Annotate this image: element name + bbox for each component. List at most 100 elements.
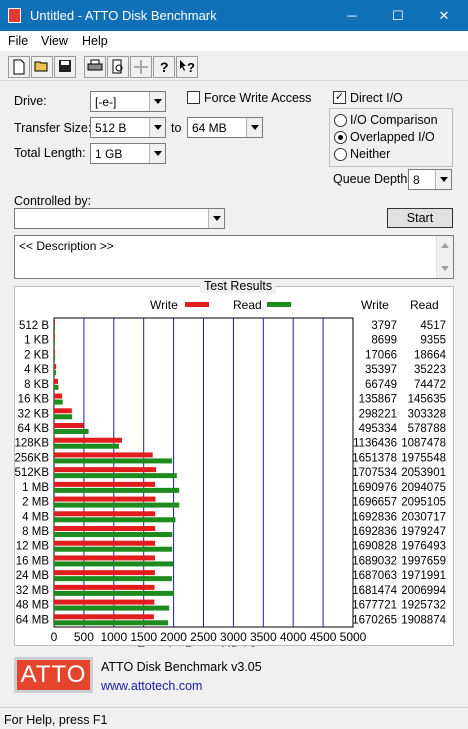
read-bar	[54, 443, 120, 449]
to-label: to	[171, 121, 182, 135]
test-results-title: Test Results	[200, 279, 277, 293]
neither-radio[interactable]	[334, 148, 347, 161]
title-bar: Untitled - ATTO Disk Benchmark ─ ☐ ✕	[0, 0, 468, 31]
transfer-size-to-select[interactable]: 64 MB	[187, 117, 263, 138]
read-bar	[54, 605, 170, 611]
start-button[interactable]: Start	[387, 208, 453, 228]
chevron-down-icon[interactable]	[149, 118, 165, 137]
row-size-label: 16 MB	[16, 555, 50, 567]
write-bar	[54, 408, 72, 414]
controlled-by-label: Controlled by:	[14, 194, 92, 208]
read-bar	[54, 517, 176, 523]
x-tick-label: 4500	[310, 630, 337, 644]
overlapped-io-radio[interactable]	[334, 131, 347, 144]
context-help-icon[interactable]: ?	[176, 56, 198, 78]
row-size-label: 8 MB	[22, 526, 49, 538]
chevron-down-icon[interactable]	[435, 170, 451, 189]
write-value: 3797	[371, 320, 397, 332]
write-column-header: Write	[361, 298, 389, 312]
write-value: 1692836	[352, 511, 397, 523]
write-value: 495334	[359, 423, 398, 435]
x-tick-label: 5000	[340, 630, 367, 644]
print-icon[interactable]	[84, 56, 106, 78]
read-bar	[54, 458, 173, 464]
write-value: 17066	[365, 349, 397, 361]
queue-depth-value: 8	[413, 173, 420, 187]
save-icon[interactable]	[54, 56, 76, 78]
chevron-down-icon[interactable]	[208, 209, 224, 228]
write-bar	[54, 320, 55, 325]
write-bar	[54, 570, 155, 576]
write-bar	[54, 555, 156, 561]
legend-read-swatch	[267, 302, 291, 307]
read-bar	[54, 487, 180, 493]
x-tick-label: 500	[74, 630, 94, 644]
x-tick-label: 3500	[250, 630, 277, 644]
description-text: << Description >>	[19, 239, 114, 253]
write-value: 298221	[359, 408, 397, 420]
controlled-by-select[interactable]	[14, 208, 225, 229]
row-size-label: 32 KB	[18, 408, 50, 420]
row-size-label: 512 B	[19, 320, 49, 332]
app-version: ATTO Disk Benchmark v3.05	[101, 660, 262, 674]
help-icon[interactable]: ?	[153, 56, 175, 78]
menu-help[interactable]: Help	[82, 34, 108, 48]
move-icon[interactable]	[130, 56, 152, 78]
total-length-value: 1 GB	[95, 147, 123, 161]
chevron-down-icon[interactable]	[149, 92, 165, 111]
toolbar: ? ?	[0, 52, 468, 81]
read-value: 2006994	[401, 585, 446, 597]
maximize-button[interactable]: ☐	[375, 0, 421, 31]
transfer-size-from-select[interactable]: 512 B	[90, 117, 166, 138]
new-icon[interactable]	[8, 56, 30, 78]
write-bar	[54, 496, 156, 502]
row-size-label: 2 KB	[24, 349, 49, 361]
website-link[interactable]: www.attotech.com	[101, 679, 202, 693]
x-axis-label: Transfer Rate - MB / Sec	[137, 644, 269, 647]
overlapped-io-label: Overlapped I/O	[350, 130, 435, 144]
window-title: Untitled - ATTO Disk Benchmark	[30, 8, 217, 23]
write-bar	[54, 423, 84, 428]
menu-view[interactable]: View	[41, 34, 68, 48]
atto-logo: ATTO	[14, 657, 93, 693]
chevron-down-icon[interactable]	[246, 118, 262, 137]
write-value: 1707534	[352, 467, 397, 479]
drive-select[interactable]: [-e-]	[90, 91, 166, 112]
row-size-label: 12 MB	[16, 541, 50, 553]
print-preview-icon[interactable]	[107, 56, 129, 78]
description-scrollbar[interactable]	[436, 236, 453, 278]
force-write-checkbox[interactable]	[187, 91, 200, 104]
legend-write-label: Write	[150, 298, 178, 312]
read-value: 18664	[414, 349, 447, 361]
svg-text:?: ?	[160, 59, 169, 75]
write-value: 8699	[371, 335, 397, 347]
open-icon[interactable]	[31, 56, 53, 78]
read-value: 2094075	[401, 482, 446, 494]
row-size-label: 1 KB	[24, 335, 49, 347]
row-size-label: 512KB	[15, 467, 49, 479]
row-size-label: 8 KB	[24, 379, 49, 391]
x-tick-label: 2500	[190, 630, 217, 644]
x-tick-label: 4000	[280, 630, 307, 644]
write-bar	[54, 481, 156, 487]
read-bar	[54, 576, 172, 582]
neither-label: Neither	[350, 147, 391, 161]
write-value: 1677721	[352, 600, 397, 612]
menu-file[interactable]: File	[8, 34, 28, 48]
read-bar	[54, 561, 174, 567]
direct-io-checkbox[interactable]: ✓	[333, 91, 346, 104]
scroll-up-icon[interactable]	[441, 243, 449, 248]
chevron-down-icon[interactable]	[149, 144, 165, 163]
write-bar	[54, 526, 156, 531]
io-comparison-radio[interactable]	[334, 114, 347, 127]
total-length-select[interactable]: 1 GB	[90, 143, 166, 164]
scroll-down-icon[interactable]	[441, 266, 449, 271]
status-bar: For Help, press F1	[0, 707, 468, 729]
read-value: 303328	[408, 408, 446, 420]
read-bar	[54, 399, 63, 405]
minimize-button[interactable]: ─	[329, 0, 375, 31]
close-button[interactable]: ✕	[421, 0, 467, 31]
description-textarea[interactable]: << Description >>	[14, 235, 454, 279]
queue-depth-select[interactable]: 8	[408, 169, 452, 190]
read-value: 1925732	[401, 600, 446, 612]
